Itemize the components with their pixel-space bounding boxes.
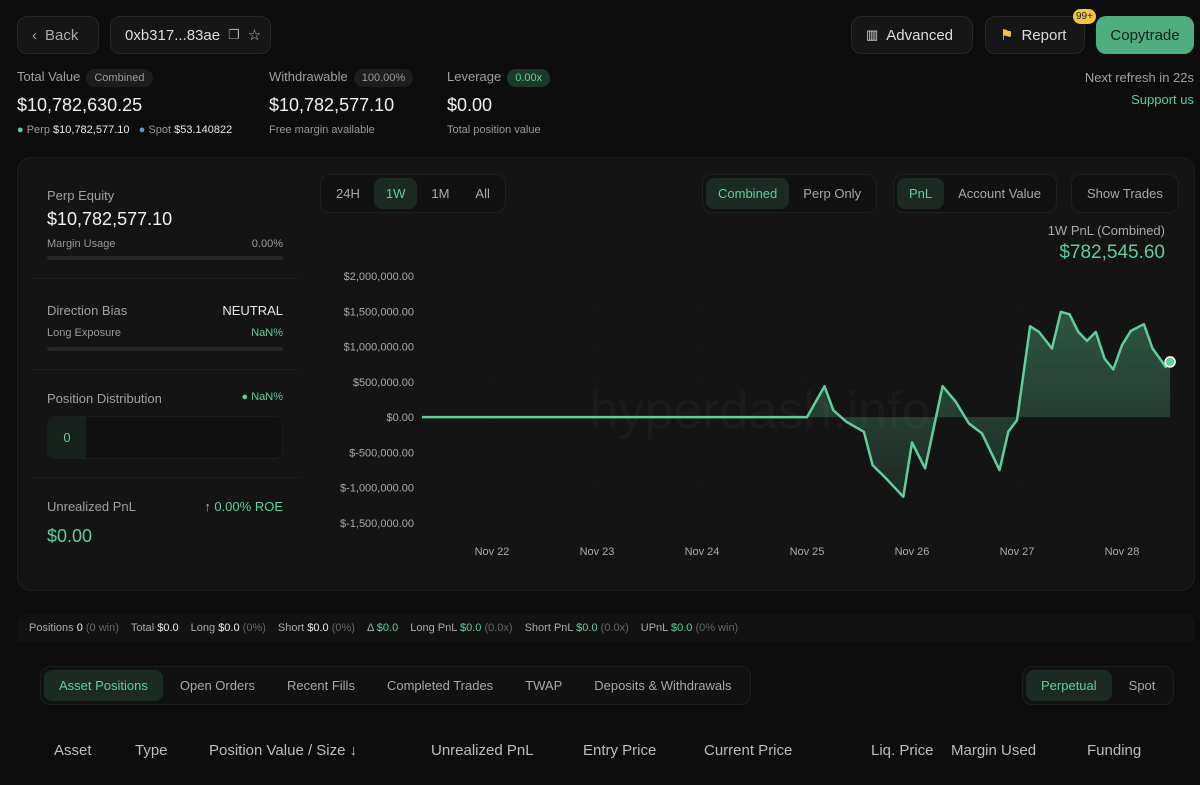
stat-item: Short $0.0 (0%)	[278, 622, 355, 634]
column-header: Type	[135, 742, 168, 759]
stat-extra: (0%)	[331, 622, 355, 634]
stat-value: $0.0	[218, 622, 240, 634]
y-tick-label: $1,000,000.00	[344, 342, 414, 354]
column-header: Entry Price	[583, 742, 657, 759]
stat-value: $0.0	[307, 622, 329, 634]
tab-recent-fills[interactable]: Recent Fills	[272, 670, 370, 701]
y-tick-label: $-500,000.00	[349, 447, 414, 459]
stat-label: Positions	[29, 622, 74, 634]
column-header[interactable]: Position Value / Size ↓	[209, 742, 357, 759]
column-header: Margin Used	[951, 742, 1037, 759]
stat-label: Short	[277, 622, 305, 634]
column-header: Liq. Price	[871, 742, 934, 759]
tab-open-orders[interactable]: Open Orders	[165, 670, 270, 701]
stat-label: Δ	[366, 622, 374, 634]
x-tick-label: Nov 27	[1000, 546, 1035, 558]
y-tick-label: $500,000.00	[353, 377, 414, 389]
stat-value: $0.0	[459, 622, 482, 634]
stat-extra: (0.0x)	[600, 622, 629, 634]
stat-value: $0.0	[670, 622, 693, 634]
market-toggle: Perpetual Spot	[1022, 666, 1175, 705]
tab-asset-positions[interactable]: Asset Positions	[44, 670, 163, 701]
y-tick-label: $-1,500,000.00	[340, 518, 414, 530]
column-header: Unrealized PnL	[431, 742, 534, 759]
stat-label: Total	[130, 622, 155, 634]
positions-tabs: Asset Positions Open Orders Recent Fills Co…	[40, 666, 751, 705]
x-tick-label: Nov 24	[685, 546, 720, 558]
stat-item: UPnL $0.0 (0% win)	[641, 622, 738, 634]
stat-item: Long PnL $0.0 (0.0x)	[410, 622, 512, 634]
stat-extra: (0%)	[242, 622, 266, 634]
stat-value: $0.0	[376, 622, 399, 634]
stat-item: Short PnL $0.0 (0.0x)	[525, 622, 629, 634]
tab-twap[interactable]: TWAP	[510, 670, 577, 701]
stats-bar: Positions 0 (0 win) Total $0.0 Long $0.0 …	[17, 614, 1195, 642]
x-tick-label: Nov 28	[1105, 546, 1140, 558]
x-tick-label: Nov 23	[580, 546, 615, 558]
stat-item: Δ $0.0	[367, 622, 398, 634]
pnl-chart: hyperdash.info $2,000,000.00$1,500,000.0…	[340, 271, 1176, 558]
market-spot[interactable]: Spot	[1114, 670, 1171, 701]
stat-label: Long	[190, 622, 216, 634]
market-perpetual[interactable]: Perpetual	[1026, 670, 1112, 701]
y-tick-label: $0.00	[386, 412, 414, 424]
tab-completed-trades[interactable]: Completed Trades	[372, 670, 508, 701]
stat-extra: (0 win)	[85, 622, 119, 634]
tab-deposits-withdrawals[interactable]: Deposits & Withdrawals	[579, 670, 746, 701]
stat-item: Total $0.0	[131, 622, 179, 634]
stat-label: UPnL	[640, 622, 668, 634]
column-header: Current Price	[704, 742, 793, 759]
stat-value: $0.0	[157, 622, 179, 634]
y-tick-label: $2,000,000.00	[344, 271, 414, 283]
y-tick-label: $-1,000,000.00	[340, 483, 414, 495]
x-tick-label: Nov 22	[475, 546, 510, 558]
stat-extra: (0% win)	[695, 622, 739, 634]
column-header: Asset	[54, 742, 92, 759]
stat-extra: (0.0x)	[484, 622, 513, 634]
stat-label: Short PnL	[524, 622, 574, 634]
column-header: Funding	[1087, 742, 1142, 759]
y-tick-label: $1,500,000.00	[344, 306, 414, 318]
stat-item: Positions 0 (0 win)	[29, 622, 119, 634]
stat-value: 0	[76, 622, 83, 634]
x-tick-label: Nov 26	[895, 546, 930, 558]
x-tick-label: Nov 25	[790, 546, 825, 558]
stat-value: $0.0	[576, 622, 598, 634]
last-point-marker	[1164, 356, 1176, 368]
stat-item: Long $0.0 (0%)	[191, 622, 266, 634]
stat-label: Long PnL	[410, 622, 457, 634]
